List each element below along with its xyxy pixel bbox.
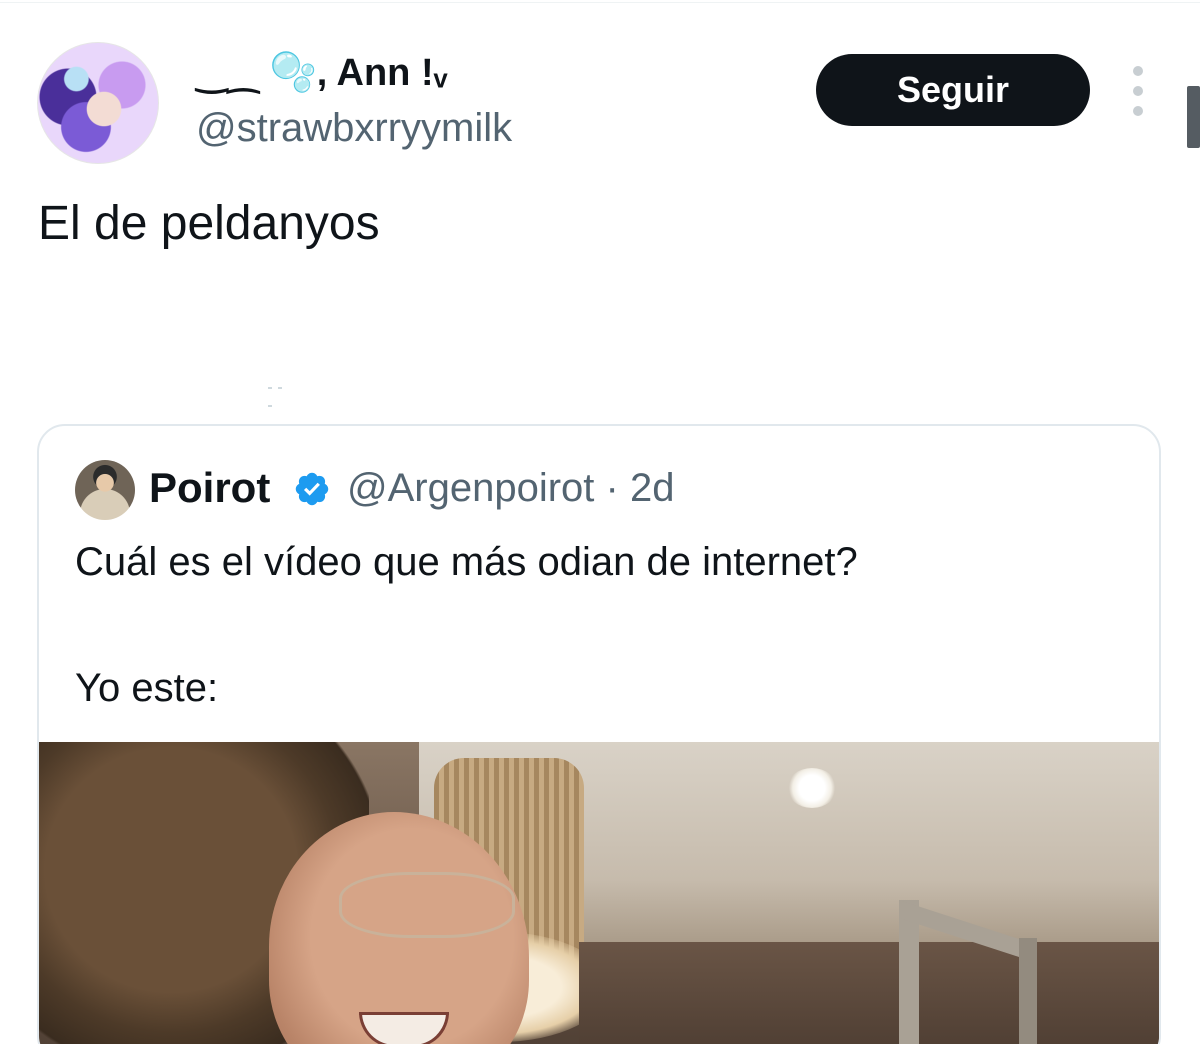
more-vertical-icon[interactable] (1122, 66, 1154, 116)
author-avatar[interactable] (37, 42, 159, 164)
verified-badge-icon (295, 472, 329, 506)
media-chair-post-back (1019, 938, 1037, 1044)
author-display-name[interactable]: ‿⁔ 🫧, Ann !ᵥ (196, 50, 447, 95)
quoted-tweet-media[interactable] (39, 742, 1159, 1044)
tweet-text: El de peldanyos (38, 197, 380, 250)
tweet-detail-page: ‿⁔ 🫧, Ann !ᵥ @strawbxrryymilk Seguir El … (0, 0, 1200, 1044)
follow-button[interactable]: Seguir (816, 54, 1090, 126)
media-person-glasses (339, 872, 515, 938)
author-handle[interactable]: @strawbxrryymilk (196, 106, 512, 151)
quoted-tweet-text-line-1: Cuál es el vídeo que más odian de intern… (75, 540, 858, 584)
media-ceiling-light (787, 768, 837, 808)
quoted-tweet-text-line-2: Yo este: (75, 666, 219, 710)
separator-mark (268, 376, 294, 407)
media-wall (579, 942, 1159, 1044)
media-person-smile (359, 1012, 449, 1044)
quoted-author-name[interactable]: Poirot (149, 464, 270, 512)
quoted-tweet-card[interactable]: Poirot @Argenpoirot · 2d Cuál es el víde… (37, 424, 1161, 1044)
quoted-author-handle-time[interactable]: @Argenpoirot · 2d (347, 466, 674, 511)
top-divider (0, 2, 1200, 3)
scrollbar[interactable] (1187, 86, 1200, 148)
quoted-author-avatar[interactable] (75, 460, 135, 520)
